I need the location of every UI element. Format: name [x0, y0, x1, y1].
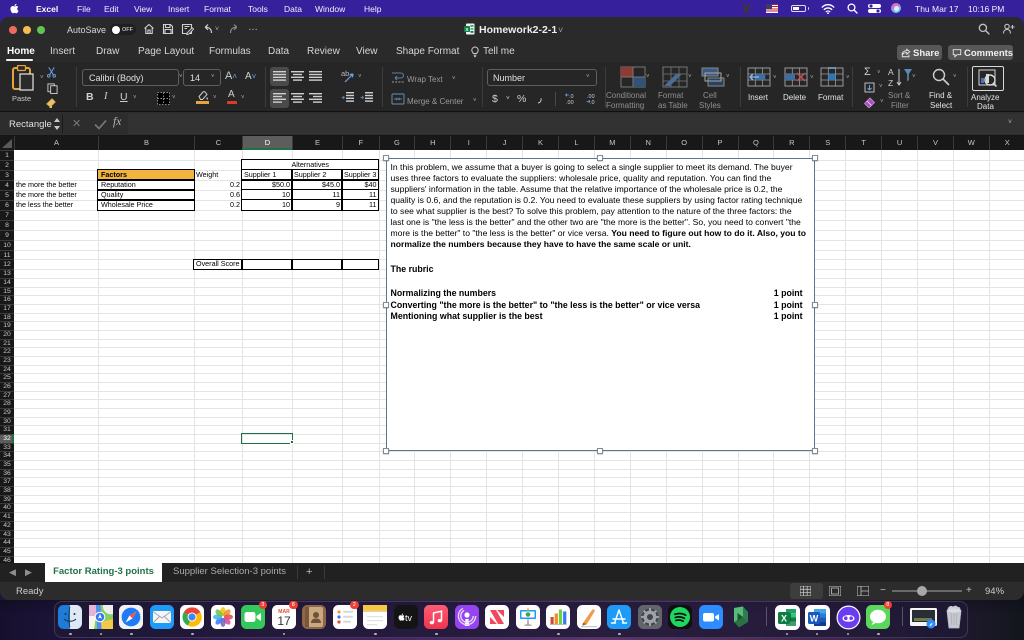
svg-text:ab: ab: [341, 69, 349, 78]
svg-text:tv: tv: [405, 613, 413, 623]
svg-text:.0: .0: [590, 100, 595, 105]
svg-text:A: A: [888, 67, 894, 77]
svg-text:.00: .00: [566, 100, 574, 105]
svg-text:W: W: [809, 613, 818, 623]
svg-text:Z: Z: [888, 78, 893, 88]
svg-text:X: X: [781, 613, 787, 623]
svg-text:17: 17: [277, 614, 291, 628]
